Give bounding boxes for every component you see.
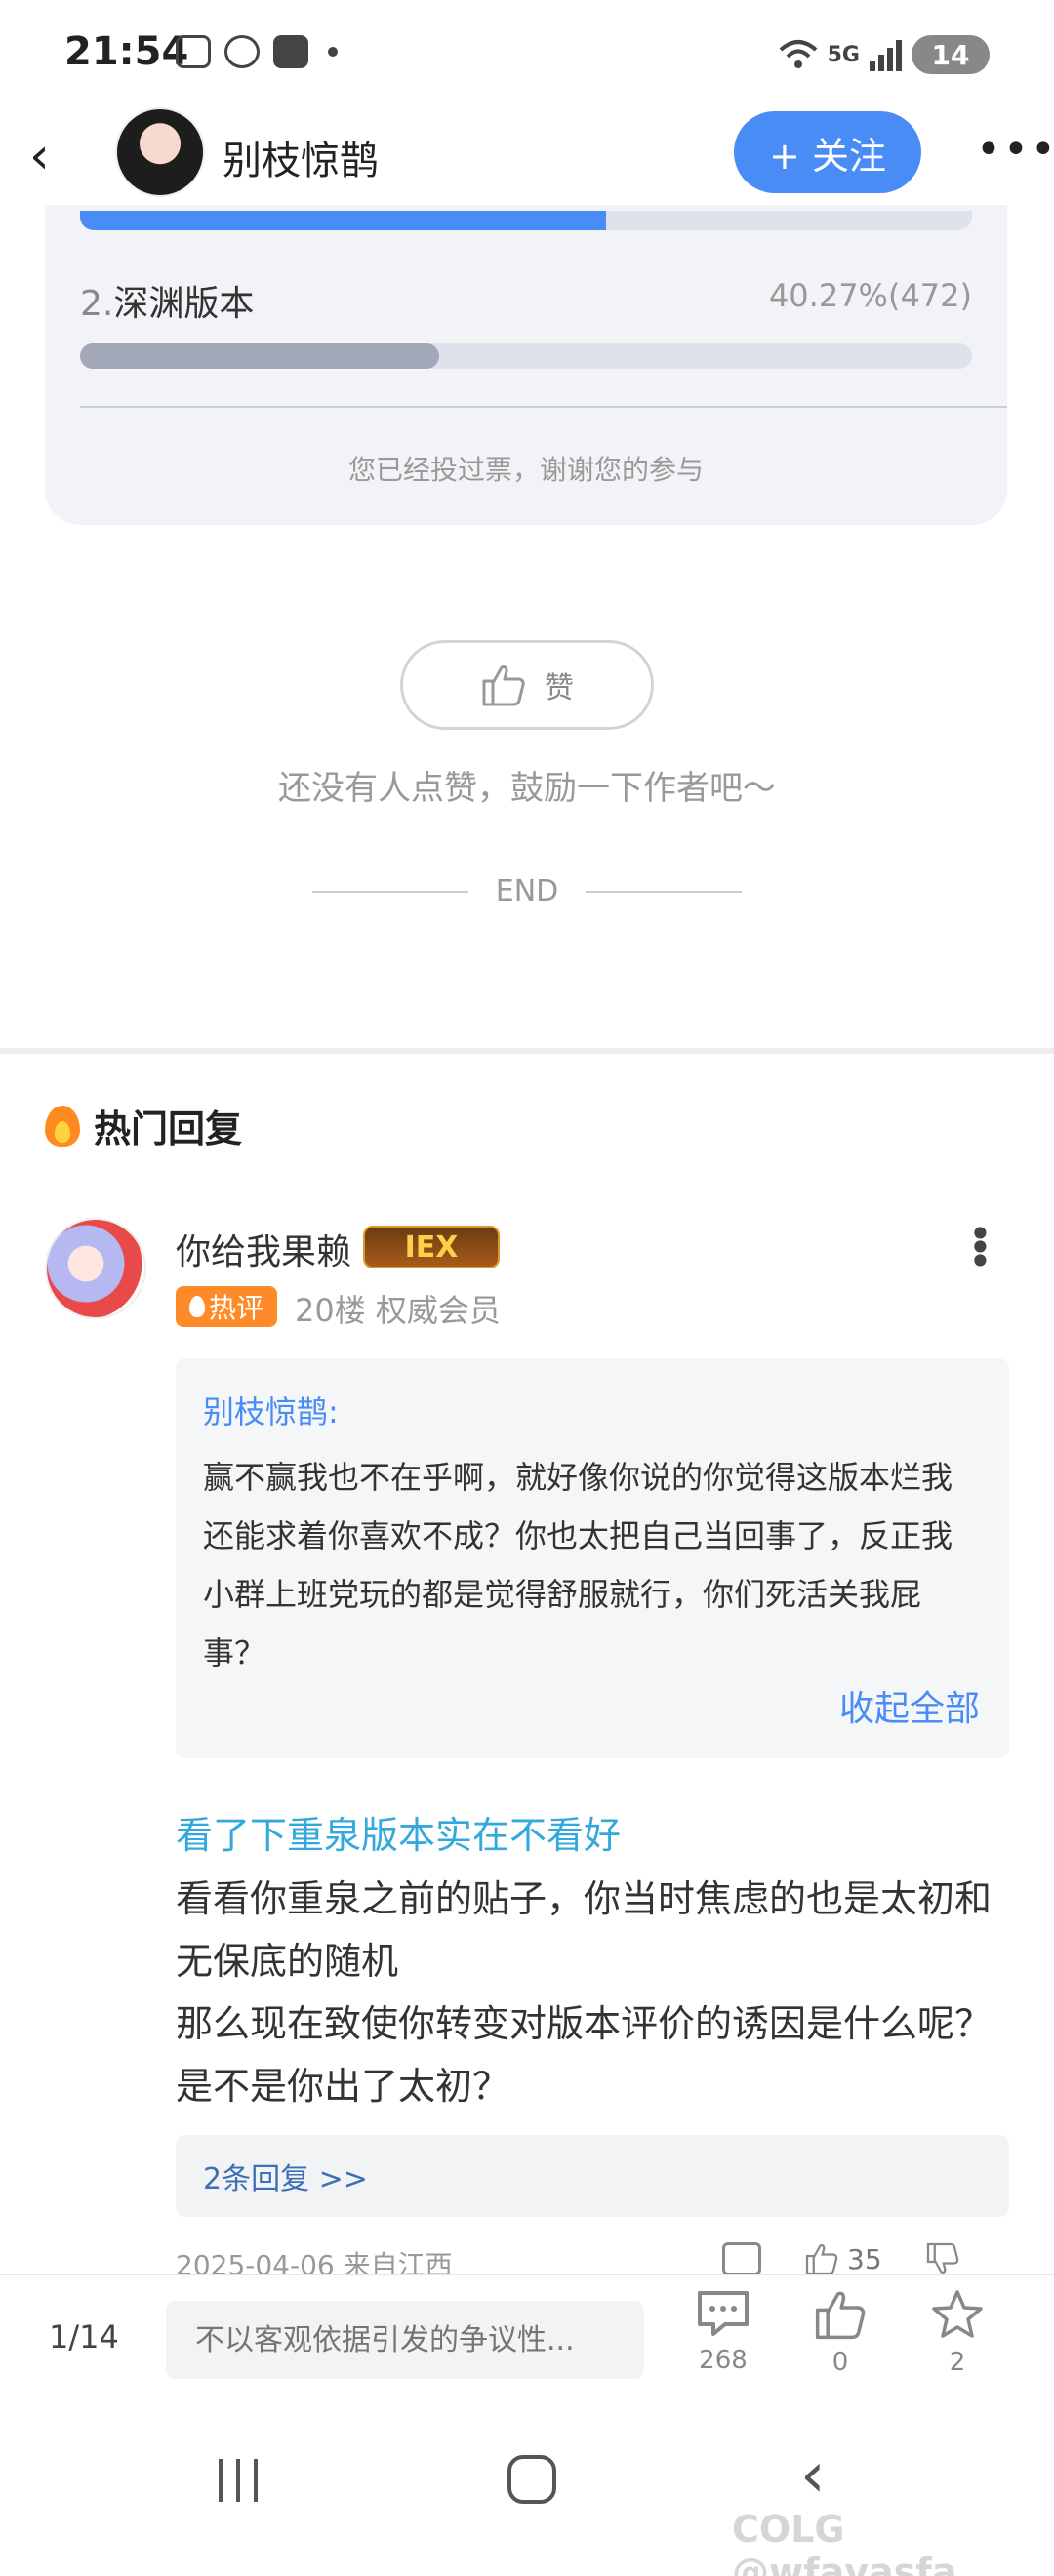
comment-menu-icon[interactable]: • • • [968,1214,993,1282]
comment-actions: 35 [722,2242,960,2275]
like-post-button[interactable]: 赞 [400,640,654,730]
commenter-name[interactable]: 你给我果赖 [176,1224,351,1274]
app-check-icon [273,35,308,68]
like-button[interactable]: 0 [796,2289,884,2377]
comment-like-button[interactable]: 35 [804,2242,882,2275]
end-line-left [311,890,468,893]
poll-option-2-fill [80,343,440,369]
like-count: 0 [831,2348,849,2377]
notification-icons [176,35,338,68]
wechat-icon [224,35,260,68]
reply-icon[interactable] [722,2242,761,2275]
battery-indicator: 14 [912,35,990,74]
comment-like-count: 35 [847,2242,882,2275]
comment-body: 看看你重泉之前的贴子，你当时焦虑的也是太初和无保底的随机 那么现在致使你转变对版… [176,1868,1025,2117]
status-bar: 21:54 5G 14 [0,0,1054,107]
back-icon[interactable]: ‹ [29,127,78,185]
thumbs-down-icon[interactable] [925,2242,960,2275]
quoted-reply: 别枝惊鹊: 赢不赢我也不在乎啊，就好像你说的你觉得这版本烂我还能求着你喜欢不成？… [176,1358,1009,1758]
author-avatar[interactable] [115,107,205,197]
favorite-count: 2 [949,2348,966,2377]
status-time: 21:54 [64,29,189,74]
poll-voted-note: 您已经投过票，谢谢您的参与 [347,454,704,486]
hot-badge-label: 热评 [208,1292,264,1324]
comment-thumbs-up-icon [805,2244,838,2275]
hot-comment-badge: 热评 [176,1286,277,1327]
bottom-thumbs-up-icon [815,2291,866,2340]
view-replies-link[interactable]: 2条回复 >> [176,2135,1009,2217]
quote-author[interactable]: 别枝惊鹊: [203,1388,982,1432]
poll-option-1-bar [80,211,972,230]
comment-count: 268 [699,2346,748,2375]
comment-body-line: 那么现在致使你转变对版本评价的诱因是什么呢？是不是你出了太初？ [176,2002,993,2108]
comment-body-line: 看看你重泉之前的贴子，你当时焦虑的也是太初和无保底的随机 [176,1877,993,1983]
thumbs-up-icon [482,665,525,706]
section-separator [0,1048,1054,1054]
comment-input[interactable] [166,2301,644,2379]
page-indicator[interactable]: 1/14 [49,2318,119,2355]
hot-replies-heading: 热门回复 [45,1099,242,1152]
post-header: ‹ 别枝惊鹊 + 关注 ••• [0,107,1054,205]
like-prompt: 还没有人点赞，鼓励一下作者吧～ [278,769,776,808]
more-options-icon[interactable]: ••• [976,125,1054,175]
poll-option-2-percent: 40.27%(472) [768,277,972,314]
poll-divider [80,406,1007,408]
star-icon [932,2290,983,2338]
fire-icon [45,1105,80,1147]
follow-button[interactable]: + 关注 [734,111,921,193]
nav-back-icon[interactable]: ‹ [800,2439,826,2512]
like-label: 赞 [545,671,574,705]
watermark: COLG @wfavasfa [732,2508,957,2576]
favorite-button[interactable]: 2 [913,2289,1001,2377]
poll-option-2-bar [80,343,972,369]
poll-card: 2.深渊版本 40.27%(472) 您已经投过票，谢谢您的参与 [45,205,1007,525]
level-badge: IEX [363,1226,500,1268]
comment-bubble-icon [698,2291,749,2336]
bottom-action-bar: 1/14 268 0 2 [0,2274,1054,2400]
signal-icon [870,38,902,71]
hot-replies-title: 热门回复 [94,1107,243,1150]
commenter-avatar[interactable] [45,1218,146,1319]
screenshot-icon [176,35,211,68]
end-label: END [495,874,559,908]
comments-button[interactable]: 268 [679,2289,767,2375]
poll-option-1-fill [80,211,607,230]
wifi-icon [779,40,817,68]
system-nav-bar: ‹ COLG @wfavasfa [0,2400,1054,2576]
network-type: 5G [827,42,860,67]
comment-meta: 20楼 权威会员 [295,1292,501,1329]
comment-title: 看了下重泉版本实在不看好 [176,1814,622,1857]
home-icon[interactable] [507,2455,556,2504]
badge-fire-icon [188,1296,205,1317]
more-notifications-dot-icon [328,47,338,57]
author-name[interactable]: 别枝惊鹊 [223,129,379,185]
end-marker: END [0,874,1054,908]
recent-apps-icon[interactable] [219,2459,258,2502]
battery-level: 14 [931,38,970,71]
poll-option-2-label: 2.深渊版本 [80,284,255,324]
quote-text: 赢不赢我也不在乎啊，就好像你说的你觉得这版本烂我还能求着你喜欢不成？你也太把自己… [203,1459,953,1671]
collapse-all-link[interactable]: 收起全部 [839,1680,980,1731]
end-line-right [586,890,743,893]
